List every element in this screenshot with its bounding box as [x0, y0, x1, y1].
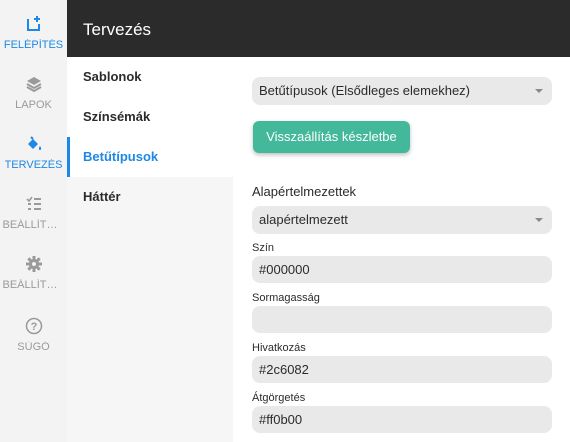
checklist-icon	[24, 194, 44, 214]
defaults-section-label: Alapértelmezettek	[252, 184, 357, 199]
font-target-select-value: Betűtípusok (Elsődleges elemekhez)	[259, 83, 471, 98]
page-title: Tervezés	[83, 20, 152, 39]
page-header: Tervezés	[67, 0, 570, 57]
gear-icon	[24, 254, 44, 274]
rail-item-design[interactable]: TERVEZÉS	[0, 134, 67, 171]
rail-item-settings[interactable]: BEÁLLÍTÁS...	[0, 254, 67, 291]
svg-text:?: ?	[30, 321, 37, 333]
subnav-item-color-schemes[interactable]: Színsémák	[67, 97, 233, 137]
reset-to-preset-button[interactable]: Visszaállítás készletbe	[253, 121, 410, 153]
chevron-down-icon	[535, 89, 543, 93]
line-height-field[interactable]	[252, 306, 552, 333]
design-subnav: Sablonok Színsémák Betűtípusok Háttér	[67, 57, 233, 442]
defaults-select-value: alapértelmezett	[259, 212, 348, 227]
color-field-label: Szín	[252, 242, 275, 254]
paint-bucket-icon	[24, 134, 44, 154]
rail-item-label: SÚGÓ	[17, 341, 50, 353]
chevron-down-icon	[535, 218, 543, 222]
help-icon: ?	[24, 316, 44, 336]
link-color-field-label: Hivatkozás	[252, 342, 306, 354]
subnav-item-templates[interactable]: Sablonok	[67, 57, 233, 97]
left-icon-rail: FELÉPÍTÉS LAPOK TERVEZÉS BEÁLLÍTÁS... BE…	[0, 0, 67, 442]
color-field[interactable]: #000000	[252, 256, 552, 283]
rail-item-build[interactable]: FELÉPÍTÉS	[0, 14, 67, 51]
rail-item-label: LAPOK	[15, 99, 52, 111]
rail-item-label: BEÁLLÍTÁS...	[2, 219, 65, 231]
subnav-item-fonts[interactable]: Betűtípusok	[67, 137, 233, 177]
subnav-item-background[interactable]: Háttér	[67, 177, 233, 217]
hover-color-field[interactable]: #ff0b00	[252, 406, 552, 433]
rail-item-label: BEÁLLÍTÁS...	[2, 279, 65, 291]
layers-icon	[24, 74, 44, 94]
link-color-field[interactable]: #2c6082	[252, 356, 552, 383]
defaults-select[interactable]: alapértelmezett	[252, 206, 552, 234]
hover-color-field-label: Átgörgetés	[252, 392, 306, 404]
font-target-select[interactable]: Betűtípusok (Elsődleges elemekhez)	[252, 77, 552, 105]
font-settings-panel: Betűtípusok (Elsődleges elemekhez) Vissz…	[233, 57, 570, 442]
rail-item-label: TERVEZÉS	[4, 159, 63, 171]
add-box-icon	[24, 14, 44, 34]
rail-item-pages[interactable]: LAPOK	[0, 74, 67, 111]
rail-item-help[interactable]: ? SÚGÓ	[0, 316, 67, 353]
rail-item-settings-list[interactable]: BEÁLLÍTÁS...	[0, 194, 67, 231]
line-height-field-label: Sormagasság	[252, 292, 320, 304]
rail-item-label: FELÉPÍTÉS	[3, 39, 64, 51]
